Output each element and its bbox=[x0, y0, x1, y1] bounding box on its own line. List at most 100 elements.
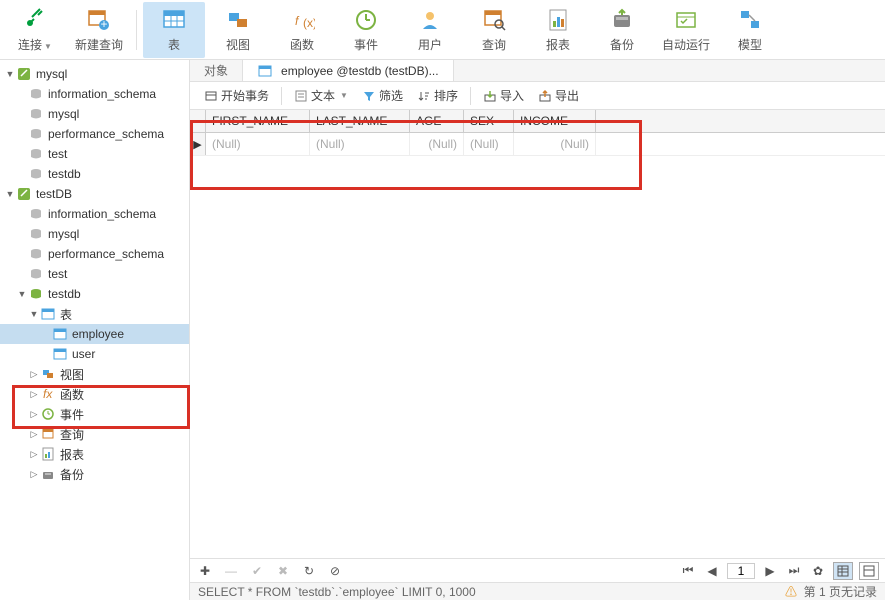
user-button[interactable]: 用户 bbox=[399, 2, 461, 58]
report-button[interactable]: 报表 bbox=[527, 2, 589, 58]
stop-button[interactable]: ⊘ bbox=[326, 562, 344, 580]
status-bar: SELECT * FROM `testdb`.`employee` LIMIT … bbox=[190, 582, 885, 600]
object-tree: ▼ mysql ▶information_schema ▶mysql ▶perf… bbox=[0, 60, 190, 600]
export-button[interactable]: 导出 bbox=[532, 85, 585, 106]
connection-mysql[interactable]: ▼ mysql bbox=[0, 64, 189, 84]
tables-folder[interactable]: ▼表 bbox=[0, 304, 189, 324]
function-button[interactable]: f(x) 函数 bbox=[271, 2, 333, 58]
apply-button[interactable]: ✔ bbox=[248, 562, 266, 580]
grid-cell[interactable]: (Null) bbox=[206, 133, 310, 155]
filter-button[interactable]: 筛选 bbox=[356, 85, 409, 106]
db-item[interactable]: ▶information_schema bbox=[0, 84, 189, 104]
db-item[interactable]: ▶information_schema bbox=[0, 204, 189, 224]
report-icon bbox=[40, 446, 56, 462]
function-icon: fx bbox=[40, 386, 56, 402]
db-item[interactable]: ▶performance_schema bbox=[0, 124, 189, 144]
events-folder[interactable]: ▷事件 bbox=[0, 404, 189, 424]
connection-testdb[interactable]: ▼ testDB bbox=[0, 184, 189, 204]
column-header[interactable]: FIRST_NAME bbox=[206, 110, 310, 132]
db-item[interactable]: ▶testdb bbox=[0, 164, 189, 184]
db-item[interactable]: ▶test bbox=[0, 264, 189, 284]
sort-button[interactable]: 排序 bbox=[411, 85, 464, 106]
database-icon bbox=[28, 146, 44, 162]
database-icon bbox=[28, 226, 44, 242]
prev-page-button[interactable]: ◀ bbox=[703, 562, 721, 580]
views-folder[interactable]: ▷视图 bbox=[0, 364, 189, 384]
grid-cell[interactable]: (Null) bbox=[410, 133, 464, 155]
content-area: 对象 employee @testdb (testDB)... 开始事务 文本▼… bbox=[190, 60, 885, 600]
db-item[interactable]: ▶performance_schema bbox=[0, 244, 189, 264]
grid-view-button[interactable] bbox=[833, 562, 853, 580]
db-item[interactable]: ▶mysql bbox=[0, 104, 189, 124]
db-item[interactable]: ▶test bbox=[0, 144, 189, 164]
table-button[interactable]: 表 bbox=[143, 2, 205, 58]
caret-down-icon: ▼ bbox=[4, 189, 16, 199]
add-row-button[interactable]: ✚ bbox=[196, 562, 214, 580]
table-user[interactable]: ▶user bbox=[0, 344, 189, 364]
last-page-button[interactable]: ⏭ bbox=[785, 562, 803, 580]
settings-button[interactable]: ✿ bbox=[809, 562, 827, 580]
query-icon bbox=[481, 6, 507, 34]
user-icon bbox=[417, 6, 443, 34]
database-icon bbox=[28, 106, 44, 122]
reports-folder[interactable]: ▷报表 bbox=[0, 444, 189, 464]
model-button[interactable]: 模型 bbox=[719, 2, 781, 58]
new-query-button[interactable]: + 新建查询 bbox=[68, 2, 130, 58]
delete-row-button[interactable]: — bbox=[222, 562, 240, 580]
svg-text:fx: fx bbox=[43, 387, 53, 401]
tab-bar: 对象 employee @testdb (testDB)... bbox=[190, 60, 885, 82]
grid-row[interactable]: ▶ (Null) (Null) (Null) (Null) (Null) bbox=[190, 133, 885, 156]
cancel-button[interactable]: ✖ bbox=[274, 562, 292, 580]
page-input[interactable] bbox=[727, 563, 755, 579]
sort-icon bbox=[417, 89, 431, 103]
db-testdb[interactable]: ▼testdb bbox=[0, 284, 189, 304]
tab-employee[interactable]: employee @testdb (testDB)... bbox=[243, 60, 454, 81]
model-icon bbox=[737, 6, 763, 34]
begin-transaction-button[interactable]: 开始事务 bbox=[198, 85, 275, 106]
status-right: 第 1 页无记录 bbox=[804, 585, 877, 599]
caret-right-icon: ▷ bbox=[28, 449, 40, 460]
view-button[interactable]: 视图 bbox=[207, 2, 269, 58]
database-icon bbox=[28, 266, 44, 282]
database-open-icon bbox=[28, 286, 44, 302]
backups-folder[interactable]: ▷备份 bbox=[0, 464, 189, 484]
text-button[interactable]: 文本▼ bbox=[288, 85, 354, 106]
next-page-button[interactable]: ▶ bbox=[761, 562, 779, 580]
grid-cell[interactable]: (Null) bbox=[464, 133, 514, 155]
form-view-button[interactable] bbox=[859, 562, 879, 580]
status-sql: SELECT * FROM `testdb`.`employee` LIMIT … bbox=[198, 585, 476, 599]
connect-button[interactable]: 连接▼ bbox=[4, 2, 66, 58]
event-button[interactable]: 事件 bbox=[335, 2, 397, 58]
first-page-button[interactable]: ⏮ bbox=[679, 562, 697, 580]
import-button[interactable]: 导入 bbox=[477, 85, 530, 106]
table-employee[interactable]: ▶employee bbox=[0, 324, 189, 344]
backup-button[interactable]: 备份 bbox=[591, 2, 653, 58]
column-header[interactable]: INCOME bbox=[514, 110, 596, 132]
schedule-button[interactable]: 自动运行 bbox=[655, 2, 717, 58]
grid-bottom-bar: ✚ — ✔ ✖ ↻ ⊘ ⏮ ◀ ▶ ⏭ ✿ bbox=[190, 558, 885, 582]
query-button[interactable]: 查询 bbox=[463, 2, 525, 58]
chevron-down-icon: ▼ bbox=[44, 42, 52, 51]
text-icon bbox=[294, 89, 308, 103]
tab-object[interactable]: 对象 bbox=[190, 60, 243, 81]
caret-down-icon: ▼ bbox=[28, 309, 40, 319]
main-toolbar: 连接▼ + 新建查询 表 视图 f(x) 函数 事件 用户 查询 报表 备份 自… bbox=[0, 0, 885, 60]
db-item[interactable]: ▶mysql bbox=[0, 224, 189, 244]
column-header[interactable]: LAST_NAME bbox=[310, 110, 410, 132]
caret-right-icon: ▷ bbox=[28, 469, 40, 480]
warning-icon: ⚠ bbox=[785, 585, 797, 599]
column-header[interactable]: SEX bbox=[464, 110, 514, 132]
column-header[interactable]: AGE bbox=[410, 110, 464, 132]
database-icon bbox=[28, 246, 44, 262]
refresh-button[interactable]: ↻ bbox=[300, 562, 318, 580]
row-indicator-icon: ▶ bbox=[190, 133, 206, 155]
grid-cell[interactable]: (Null) bbox=[310, 133, 410, 155]
grid-cell[interactable]: (Null) bbox=[514, 133, 596, 155]
data-grid: FIRST_NAME LAST_NAME AGE SEX INCOME ▶ (N… bbox=[190, 110, 885, 558]
queries-folder[interactable]: ▷查询 bbox=[0, 424, 189, 444]
caret-right-icon: ▷ bbox=[28, 409, 40, 420]
table-icon bbox=[52, 346, 68, 362]
svg-text:f: f bbox=[295, 14, 300, 28]
functions-folder[interactable]: ▷fx函数 bbox=[0, 384, 189, 404]
chevron-down-icon: ▼ bbox=[340, 91, 348, 100]
